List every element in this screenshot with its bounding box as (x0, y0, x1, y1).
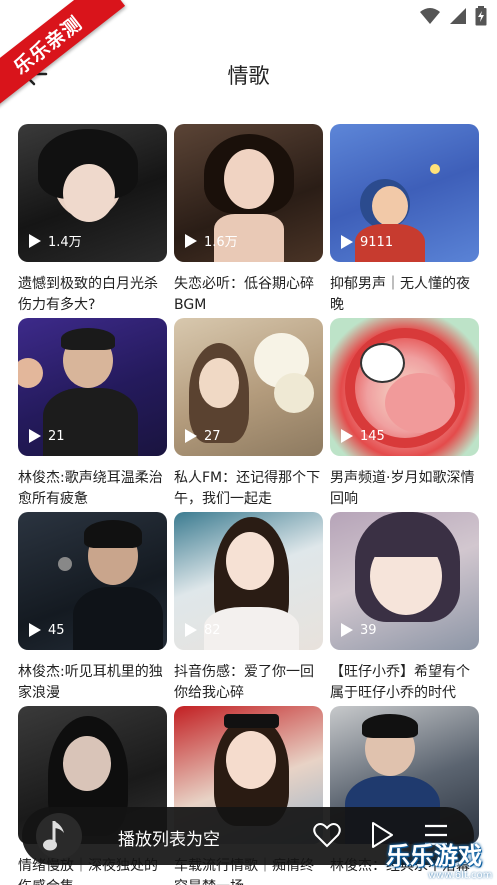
playlist-title: 【旺仔小乔】希望有个属于旺仔小乔的时代 (330, 664, 470, 701)
play-count: 45 (28, 622, 65, 638)
playlist-title: 林俊杰:听见耳机里的独家浪漫 (18, 664, 163, 701)
ribbon-label: 乐乐亲测 (0, 0, 126, 110)
play-icon (341, 429, 353, 443)
playlist-cover: 45 (18, 512, 167, 650)
playlist-card[interactable]: 9111 抑郁男声｜无人懂的夜晚 (330, 124, 479, 318)
playlist-card[interactable]: 45 林俊杰:听见耳机里的独家浪漫 (18, 512, 167, 706)
playlist-title: 私人FM：还记得那个下午，我们一起走 (174, 470, 321, 507)
play-count-value: 45 (48, 622, 65, 638)
playlist-grid: 1.4万 遗憾到极致的白月光杀伤力有多大? 1.6万 失恋必听：低谷期心碎BGM… (18, 124, 480, 885)
playlist-card[interactable]: 1.4万 遗憾到极致的白月光杀伤力有多大? (18, 124, 167, 318)
playlist-card[interactable]: 39 【旺仔小乔】希望有个属于旺仔小乔的时代 (330, 512, 479, 706)
play-count: 39 (340, 622, 377, 638)
play-icon (29, 623, 41, 637)
play-icon (185, 233, 197, 248)
play-icon (29, 233, 41, 248)
play-count-value: 21 (48, 428, 65, 444)
playlist-title: 抖音伤感：爱了你一回你给我心碎 (174, 664, 314, 701)
play-count-value: 9111 (360, 234, 394, 250)
battery-icon (475, 6, 487, 26)
play-count: 21 (28, 428, 65, 444)
play-count-value: 27 (204, 428, 221, 444)
play-count-value: 1.4万 (48, 235, 82, 250)
playlist-card[interactable]: 145 男声频道·岁月如歌深情回响 (330, 318, 479, 512)
watermark-text: 乐乐游戏 (386, 842, 482, 870)
playlist-title: 遗憾到极致的白月光杀伤力有多大? (18, 276, 158, 313)
wifi-icon (420, 8, 440, 24)
playlist-card[interactable]: 21 林俊杰:歌声绕耳温柔治愈所有疲惫 (18, 318, 167, 512)
play-count: 9111 (340, 234, 393, 250)
play-count-value: 145 (360, 428, 385, 444)
playlist-cover: 1.4万 (18, 124, 167, 262)
playlist-title: 林俊杰:歌声绕耳温柔治愈所有疲惫 (18, 470, 163, 507)
play-count: 27 (184, 428, 221, 444)
playlist-cover: 39 (330, 512, 479, 650)
play-count: 82 (184, 622, 221, 638)
playlist-card[interactable]: 82 抖音伤感：爱了你一回你给我心碎 (174, 512, 323, 706)
play-count-value: 82 (204, 622, 221, 638)
play-count: 1.6万 (184, 231, 238, 250)
playlist-cover: 145 (330, 318, 479, 456)
corner-ribbon: 乐乐亲测 (0, 0, 130, 110)
play-icon (341, 623, 353, 637)
playlist-cover: 27 (174, 318, 323, 456)
play-icon (185, 623, 197, 637)
signal-icon (450, 8, 466, 24)
playlist-cover: 21 (18, 318, 167, 456)
playlist-cover: 9111 (330, 124, 479, 262)
watermark-logo: 乐乐游戏 www.6lt.com (384, 834, 497, 885)
play-icon (341, 235, 353, 249)
play-count: 145 (340, 428, 385, 444)
playlist-title: 抑郁男声｜无人懂的夜晚 (330, 276, 470, 313)
playlist-card[interactable]: 1.6万 失恋必听：低谷期心碎BGM (174, 124, 323, 318)
watermark-url: www.6lt.com (428, 870, 493, 881)
playlist-cover: 82 (174, 512, 323, 650)
play-count: 1.4万 (28, 231, 82, 250)
play-count-value: 39 (360, 622, 377, 638)
playlist-title: 男声频道·岁月如歌深情回响 (330, 470, 475, 507)
playlist-title: 失恋必听：低谷期心碎BGM (174, 276, 314, 313)
play-icon (185, 429, 197, 443)
player-title: 播放列表为空 (118, 830, 220, 850)
play-icon (29, 429, 41, 443)
heart-icon[interactable] (312, 821, 342, 849)
play-count-value: 1.6万 (204, 235, 238, 250)
music-note-icon (43, 821, 64, 851)
playlist-card[interactable]: 27 私人FM：还记得那个下午，我们一起走 (174, 318, 323, 512)
playlist-cover: 1.6万 (174, 124, 323, 262)
